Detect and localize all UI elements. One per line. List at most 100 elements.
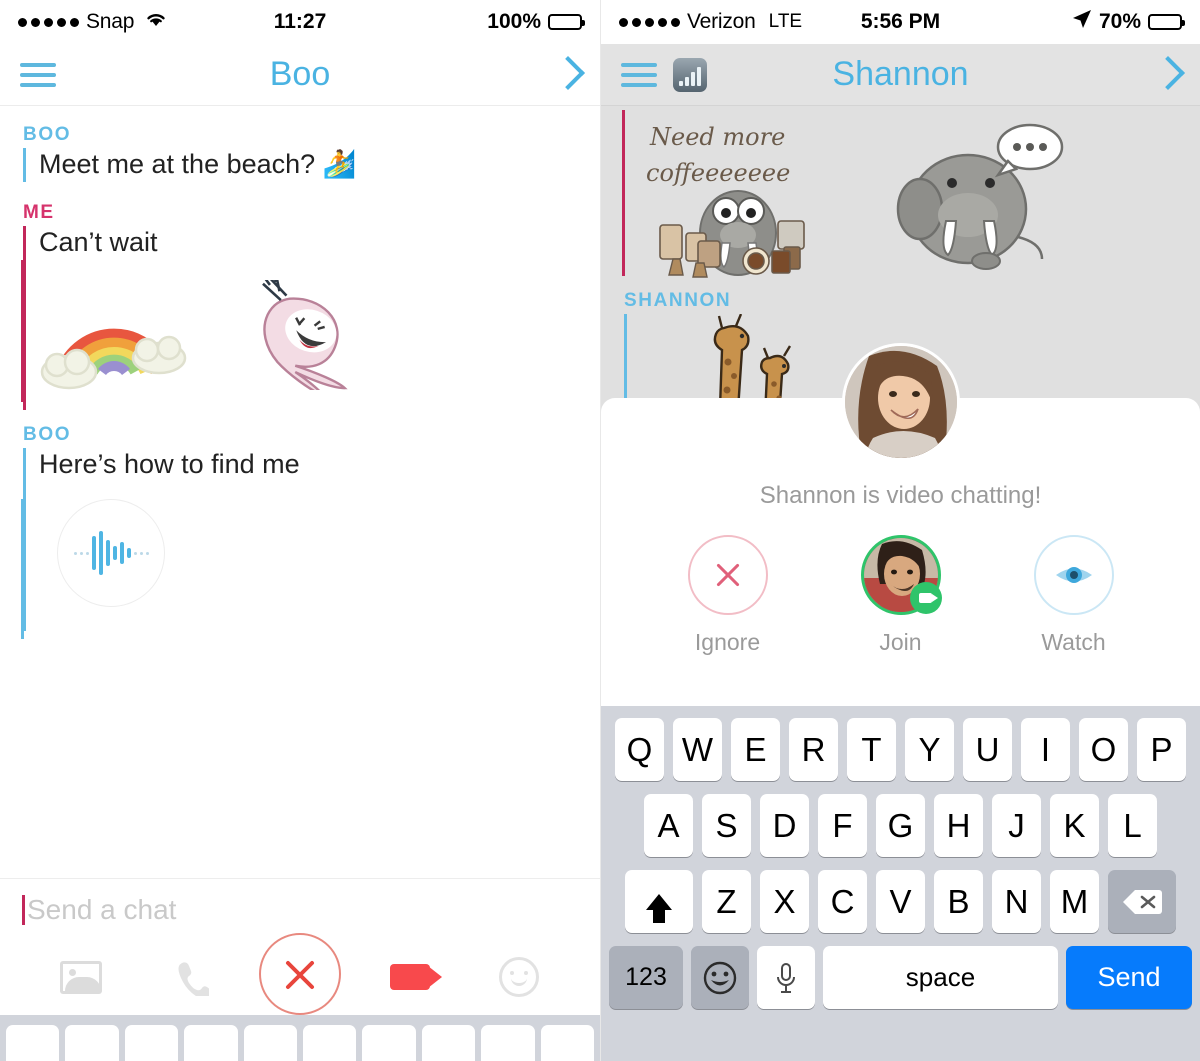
right-status-bar: Verizon LTE 5:56 PM 70% <box>601 0 1200 44</box>
action-label: Join <box>879 629 922 655</box>
watch-action[interactable]: Watch <box>1033 535 1114 656</box>
keyboard-key[interactable] <box>124 1025 179 1061</box>
action-label: Watch <box>1041 629 1106 655</box>
action-label: Ignore <box>694 629 761 655</box>
join-action[interactable]: Join <box>860 535 942 656</box>
key-y[interactable]: Y <box>905 718 954 781</box>
image-icon[interactable] <box>56 952 106 1002</box>
message-sender-label: ME <box>23 201 55 223</box>
sticker-smiley-icon[interactable] <box>494 952 544 1002</box>
space-key[interactable]: space <box>823 946 1058 1009</box>
left-composer: Send a chat <box>0 878 600 1015</box>
message-sender-label: SHANNON <box>624 290 732 311</box>
video-icon[interactable] <box>385 952 442 1002</box>
ignore-action[interactable]: Ignore <box>687 535 768 656</box>
left-phone-screen: Snap 11:27 100% Boo BOO Meet me at the b… <box>0 0 600 1061</box>
keyboard-row-4: 123 space Send <box>605 946 1196 1009</box>
audio-waveform-icon[interactable] <box>57 499 165 608</box>
network-type-label: LTE <box>768 11 803 32</box>
keyboard-row-2: A S D F G H J K L <box>605 794 1196 857</box>
emoji-icon[interactable] <box>691 946 749 1009</box>
chevron-right-icon[interactable] <box>1154 54 1180 96</box>
keyboard-key[interactable] <box>243 1025 298 1061</box>
key-a[interactable]: A <box>644 794 693 857</box>
composer-toolbar <box>0 933 600 1015</box>
key-x[interactable]: X <box>760 870 809 933</box>
key-u[interactable]: U <box>963 718 1012 781</box>
message-text: Here’s how to find me <box>39 448 300 479</box>
right-phone-screen: Verizon LTE 5:56 PM 70% Shannon Need mor… <box>600 0 1200 1061</box>
shift-icon[interactable] <box>625 870 693 933</box>
onscreen-keyboard: Q W E R T Y U I O P A S D F G H J K L Z … <box>601 706 1200 1061</box>
chat-message-stickers <box>0 259 600 410</box>
key-r[interactable]: R <box>789 718 838 781</box>
video-camera-badge-icon <box>909 582 942 614</box>
keyboard-key[interactable] <box>65 1025 119 1061</box>
key-e[interactable]: E <box>731 718 780 781</box>
keyboard-row-1: Q W E R T Y U I O P <box>605 718 1196 781</box>
walrus-coffee-sticker: Need more coffeeeeeee <box>638 113 838 281</box>
keyboard-key[interactable] <box>540 1025 595 1061</box>
key-v[interactable]: V <box>876 870 925 933</box>
wifi-icon <box>144 10 168 34</box>
keyboard-key[interactable] <box>362 1025 416 1061</box>
message-text: Meet me at the beach? 🏄 <box>39 149 357 179</box>
key-f[interactable]: F <box>818 794 867 857</box>
keyboard-peek[interactable] <box>0 1015 600 1061</box>
dual-screenshot: Snap 11:27 100% Boo BOO Meet me at the b… <box>0 0 1200 1061</box>
signal-bars-icon[interactable] <box>673 57 707 92</box>
key-s[interactable]: S <box>702 794 751 857</box>
key-m[interactable]: M <box>1050 870 1099 933</box>
phone-icon[interactable] <box>165 952 215 1002</box>
message-sender-label: BOO <box>23 423 72 445</box>
chat-message: BOO Meet me at the beach? 🏄 <box>0 124 600 182</box>
chat-message: BOO Here’s how to find me <box>0 423 600 632</box>
key-n[interactable]: N <box>992 870 1041 933</box>
left-nav-bar: Boo <box>0 44 600 106</box>
send-button[interactable]: Send <box>1066 946 1192 1009</box>
key-b[interactable]: B <box>934 870 983 933</box>
key-d[interactable]: D <box>760 794 809 857</box>
chevron-right-icon[interactable] <box>554 54 580 96</box>
close-icon[interactable] <box>259 933 341 1015</box>
left-status-bar: Snap 11:27 100% <box>0 0 600 44</box>
keyboard-key[interactable] <box>6 1025 60 1061</box>
hamburger-icon[interactable] <box>621 62 657 87</box>
message-text: Can’t wait <box>39 226 158 257</box>
key-z[interactable]: Z <box>702 870 751 933</box>
keyboard-key[interactable] <box>481 1025 535 1061</box>
key-p[interactable]: P <box>1137 718 1186 781</box>
carrier-label: Snap <box>86 10 135 33</box>
numbers-key[interactable]: 123 <box>609 946 683 1009</box>
key-j[interactable]: J <box>992 794 1041 857</box>
key-l[interactable]: L <box>1108 794 1157 857</box>
pink-ghost-sticker <box>231 279 371 390</box>
key-q[interactable]: Q <box>615 718 664 781</box>
battery-icon <box>1148 14 1185 30</box>
key-w[interactable]: W <box>673 718 722 781</box>
keyboard-key[interactable] <box>421 1025 476 1061</box>
video-chat-status: Shannon is video chatting! <box>759 482 1042 509</box>
svg-text:coffeeeeeee: coffeeeeeee <box>646 159 790 187</box>
key-o[interactable]: O <box>1079 718 1128 781</box>
key-i[interactable]: I <box>1021 718 1070 781</box>
status-right-group: 100% <box>487 10 585 34</box>
key-t[interactable]: T <box>847 718 896 781</box>
keyboard-key[interactable] <box>184 1025 238 1061</box>
close-icon <box>687 535 768 615</box>
keyboard-key[interactable] <box>303 1025 357 1061</box>
page-title: Boo <box>269 55 331 93</box>
video-chat-actions: Ignore Join Watch <box>601 535 1200 656</box>
hamburger-icon[interactable] <box>20 62 56 87</box>
key-g[interactable]: G <box>876 794 925 857</box>
walrus-speech-sticker <box>890 117 1070 277</box>
key-h[interactable]: H <box>934 794 983 857</box>
chat-input[interactable]: Send a chat <box>0 879 600 941</box>
key-k[interactable]: K <box>1050 794 1099 857</box>
key-c[interactable]: C <box>818 870 867 933</box>
microphone-icon[interactable] <box>757 946 815 1009</box>
message-sender-label: BOO <box>23 124 72 145</box>
backspace-icon[interactable] <box>1108 870 1176 933</box>
keyboard-row-3: Z X C V B N M <box>605 870 1196 933</box>
signal-dots-icon <box>18 17 79 27</box>
